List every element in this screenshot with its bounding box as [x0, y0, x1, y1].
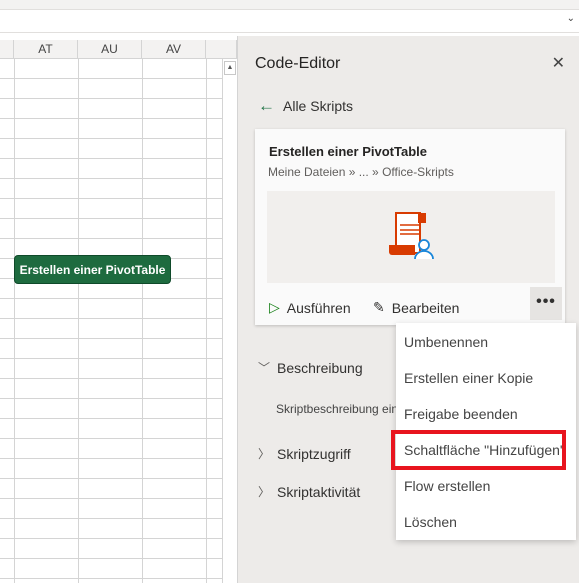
- run-label: Ausführen: [286, 299, 351, 316]
- chevron-down-icon: ﹀: [258, 361, 271, 375]
- script-title: Erstellen einer PivotTable: [269, 144, 427, 159]
- formula-bar[interactable]: ⌄: [0, 10, 579, 33]
- panel-title: Code-Editor: [255, 55, 341, 72]
- pencil-icon: ✎: [373, 299, 385, 315]
- script-thumbnail: [267, 191, 555, 283]
- play-icon: ▷: [269, 299, 280, 315]
- back-label: Alle Skripts: [283, 98, 354, 114]
- arrow-left-icon: ←: [258, 96, 275, 115]
- chevron-down-icon[interactable]: ⌄: [567, 13, 575, 24]
- section-description[interactable]: ﹀ Beschreibung: [258, 359, 363, 376]
- column-header[interactable]: [0, 40, 14, 59]
- edit-label: Bearbeiten: [391, 299, 460, 316]
- menu-item-stop-sharing[interactable]: Freigabe beenden: [404, 406, 518, 422]
- section-label: Skriptzugriff: [277, 445, 351, 462]
- column-header-at[interactable]: AT: [14, 40, 78, 59]
- run-button[interactable]: ▷ Ausführen: [269, 299, 351, 316]
- chevron-right-icon: 〉: [258, 447, 271, 461]
- scroll-up-icon[interactable]: ▲: [224, 61, 236, 75]
- script-path: Meine Dateien » ... » Office-Skripts: [268, 165, 454, 179]
- back-to-all-scripts[interactable]: ← Alle Skripts: [258, 96, 353, 116]
- menu-item-copy[interactable]: Erstellen einer Kopie: [404, 370, 533, 386]
- menu-item-delete[interactable]: Löschen: [404, 514, 457, 530]
- section-script-access[interactable]: 〉 Skriptzugriff: [258, 445, 351, 462]
- column-header-av[interactable]: AV: [142, 40, 206, 59]
- menu-item-create-flow[interactable]: Flow erstellen: [404, 478, 490, 494]
- column-header[interactable]: [206, 40, 237, 59]
- vertical-scrollbar[interactable]: ▲: [222, 59, 236, 583]
- column-header-au[interactable]: AU: [78, 40, 142, 59]
- script-card: Erstellen einer PivotTable Meine Dateien…: [255, 129, 565, 325]
- menu-item-rename[interactable]: Umbenennen: [404, 334, 488, 350]
- chevron-right-icon: 〉: [258, 485, 271, 499]
- edit-button[interactable]: ✎ Bearbeiten: [373, 299, 459, 316]
- ribbon-strip: [0, 0, 579, 10]
- section-label: Beschreibung: [277, 359, 363, 376]
- more-options-button[interactable]: •••: [530, 287, 562, 320]
- create-pivottable-button[interactable]: Erstellen einer PivotTable: [14, 255, 171, 284]
- highlight-box: [391, 430, 566, 470]
- section-script-activity[interactable]: 〉 Skriptaktivität: [258, 483, 360, 500]
- script-icon: [389, 212, 434, 259]
- close-icon[interactable]: ✕: [552, 53, 565, 73]
- section-label: Skriptaktivität: [277, 483, 361, 500]
- description-input[interactable]: Skriptbeschreibung eingeben: [276, 402, 398, 416]
- cell-grid[interactable]: [0, 59, 222, 583]
